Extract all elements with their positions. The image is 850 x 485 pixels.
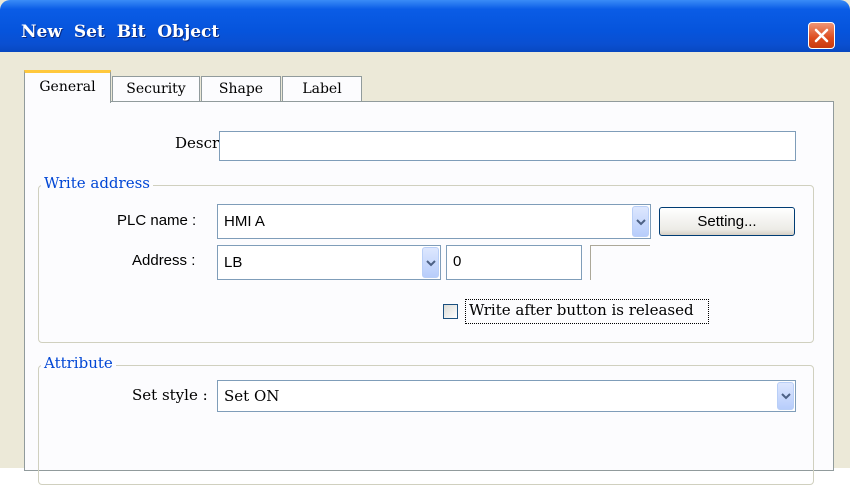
address-label: Address : [132,252,196,269]
plc-name-label: PLC name : [117,212,197,229]
address-device-select[interactable]: LB [217,245,441,280]
write-after-release-label[interactable]: Write after button is released [469,301,694,319]
plc-name-dropdown-button[interactable] [632,206,649,237]
description-input[interactable] [219,131,796,161]
close-button[interactable] [808,22,835,49]
tab-shape[interactable]: Shape [201,76,281,102]
close-icon [814,28,829,43]
set-style-dropdown-button[interactable] [777,382,794,410]
tab-label[interactable]: Label [282,76,362,102]
address-value-text: 0 [453,253,462,270]
chevron-down-icon [636,219,646,226]
set-style-label: Set style : [132,386,208,404]
plc-name-select[interactable]: HMI A [217,204,651,239]
general-tab-panel: Description : Write address PLC name : H… [24,101,834,485]
chevron-down-icon [426,260,436,267]
window-title: New Set Bit Object [21,22,220,42]
set-style-select[interactable]: Set ON [217,380,796,412]
chevron-down-icon [781,393,791,400]
title-bar[interactable]: New Set Bit Object [0,0,850,52]
attribute-group-title: Attribute [41,354,116,372]
address-device-value: LB [224,254,243,271]
address-device-dropdown-button[interactable] [422,247,439,278]
write-after-release-checkbox[interactable] [443,304,458,319]
setting-button[interactable]: Setting... [659,207,795,236]
plc-name-value: HMI A [224,213,265,230]
set-style-value: Set ON [224,387,280,405]
write-address-group-title: Write address [41,174,153,192]
address-value-input[interactable]: 0 [446,245,582,280]
dialog-window: New Set Bit Object General Security Shap… [0,0,850,485]
tab-general[interactable]: General [24,70,111,103]
address-extension-field [590,245,650,280]
tab-security[interactable]: Security [112,76,200,102]
